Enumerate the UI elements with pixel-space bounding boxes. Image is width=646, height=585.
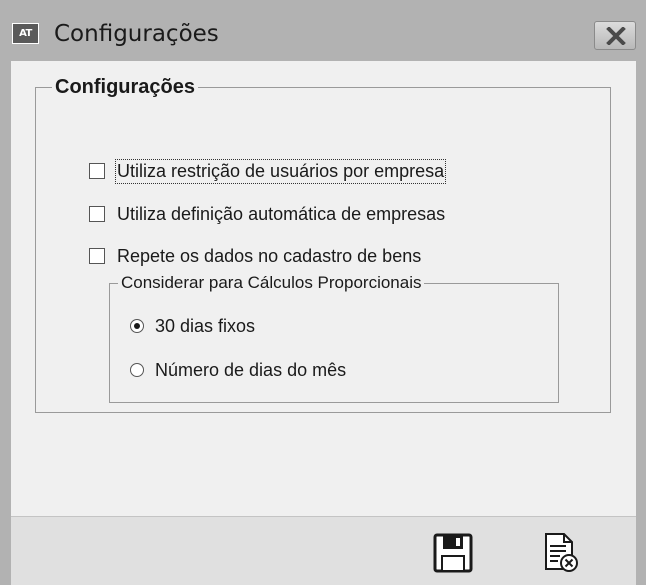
checkbox-label: Repete os dados no cadastro de bens xyxy=(117,245,422,266)
button-bar xyxy=(11,516,636,585)
calculos-proporcionais-groupbox: Considerar para Cálculos Proporcionais 3… xyxy=(109,273,559,403)
document-cancel-icon xyxy=(545,533,578,572)
radio-label: 30 dias fixos xyxy=(155,315,256,336)
radio-numero-dias-mes[interactable]: Número de dias do mês xyxy=(130,358,346,382)
radio-button[interactable] xyxy=(130,319,144,333)
radio-30-dias-fixos[interactable]: 30 dias fixos xyxy=(130,314,255,338)
configuracoes-groupbox: Configurações Utiliza restrição de usuár… xyxy=(35,76,611,413)
app-logo-icon: AT xyxy=(12,23,39,44)
title-bar[interactable]: AT Configurações xyxy=(0,0,646,61)
cancel-button[interactable] xyxy=(538,531,582,575)
checkbox-definicao-automatica[interactable]: Utiliza definição automática de empresas xyxy=(89,202,445,226)
floppy-disk-icon xyxy=(433,533,473,573)
groupbox-title: Configurações xyxy=(52,76,199,99)
window-title: Configurações xyxy=(54,21,219,47)
checkbox-box[interactable] xyxy=(89,206,105,222)
checkbox-label: Utiliza definição automática de empresas xyxy=(117,203,446,224)
checkbox-restricao-usuarios[interactable]: Utiliza restrição de usuários por empres… xyxy=(89,158,447,184)
configuracoes-window: AT Configurações Configurações Utiliza r… xyxy=(0,0,646,585)
dialog-body: Configurações Utiliza restrição de usuár… xyxy=(11,61,636,516)
radio-button[interactable] xyxy=(130,363,144,377)
checkbox-box[interactable] xyxy=(89,163,105,179)
radio-label: Número de dias do mês xyxy=(155,359,347,380)
save-button[interactable] xyxy=(431,531,475,575)
checkbox-label: Utiliza restrição de usuários por empres… xyxy=(114,158,447,184)
checkbox-box[interactable] xyxy=(89,248,105,264)
close-button[interactable] xyxy=(594,21,636,50)
close-x-icon xyxy=(606,27,626,45)
checkbox-repete-dados[interactable]: Repete os dados no cadastro de bens xyxy=(89,244,421,268)
subgroup-title: Considerar para Cálculos Proporcionais xyxy=(118,273,425,293)
